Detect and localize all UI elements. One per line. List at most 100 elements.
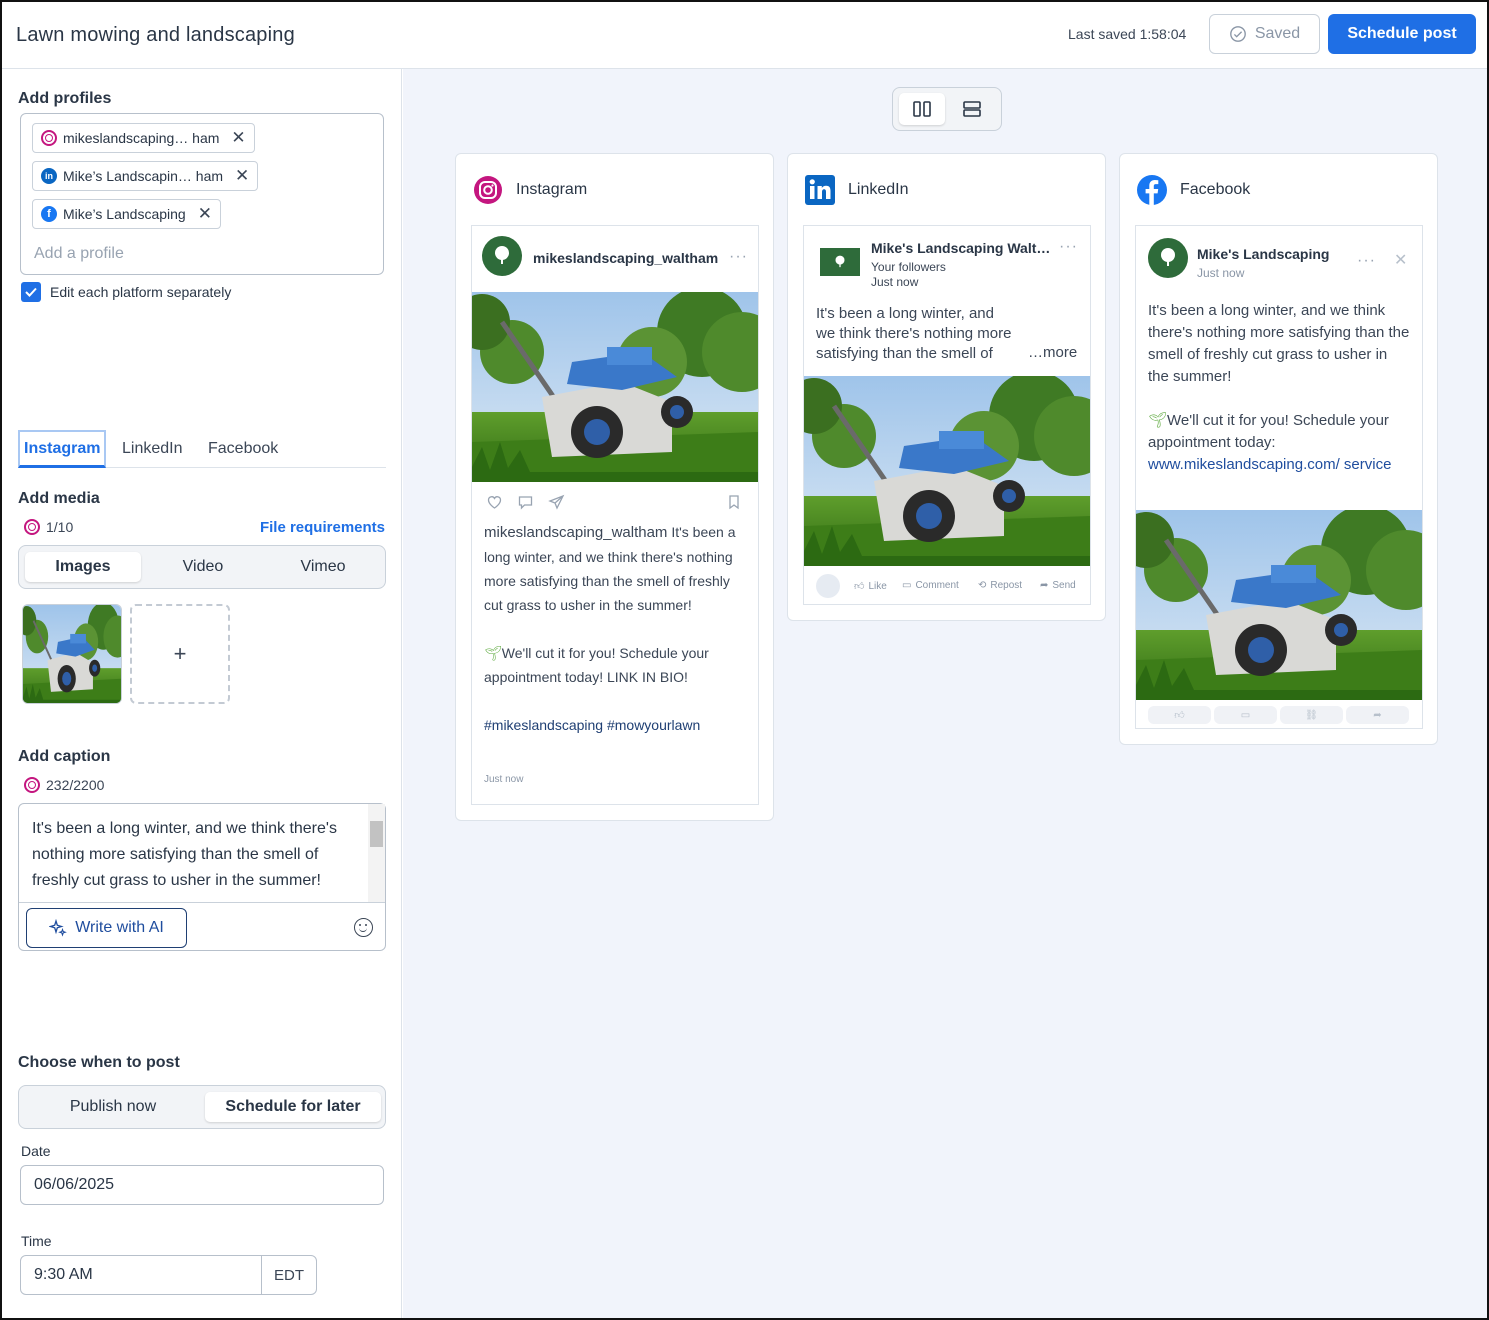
media-thumbnail[interactable]: [22, 604, 122, 704]
remove-profile-icon[interactable]: ✕: [198, 204, 212, 224]
profile-chip-label: Mike’s Landscaping: [63, 206, 186, 222]
remove-profile-icon[interactable]: ✕: [235, 166, 249, 186]
comment-icon: ▭: [1240, 709, 1251, 721]
fb-share-bar[interactable]: ➦: [1346, 706, 1409, 724]
facebook-preview-card: Facebook Mike's Landscaping Just now ···…: [1119, 153, 1438, 745]
preview-area: Instagram mikeslandscaping_waltham ··· m…: [403, 69, 1487, 1318]
facebook-platform-label: Facebook: [1180, 181, 1251, 198]
add-profile-input[interactable]: Add a profile: [34, 245, 124, 263]
instagram-icon: [24, 777, 40, 793]
send-action[interactable]: ➦ Send: [1040, 580, 1076, 591]
edit-separately-checkbox[interactable]: [21, 282, 41, 302]
rows-view-button[interactable]: [949, 93, 995, 125]
saved-label: Saved: [1254, 25, 1301, 42]
like-label: Like: [868, 580, 887, 592]
instagram-card-header: Instagram: [472, 174, 587, 206]
facebook-cta-line: 🌱︎We'll cut it for you! Schedule your ap…: [1148, 410, 1410, 454]
thumbs-up-icon: 👍︎: [1174, 710, 1185, 721]
repost-action[interactable]: ⟲ Repost: [978, 580, 1022, 591]
caption-textarea[interactable]: It's been a long winter, and we think th…: [32, 816, 362, 894]
profiles-box[interactable]: mikeslandscaping… ham ✕ in Mike’s Landsc…: [20, 113, 384, 275]
write-with-ai-label: Write with AI: [75, 919, 164, 936]
remove-profile-icon[interactable]: ✕: [231, 128, 245, 148]
close-icon[interactable]: ✕: [1394, 250, 1407, 270]
linkedin-platform-label: LinkedIn: [848, 181, 909, 198]
caption-cta: We'll cut it for you! Schedule your appo…: [484, 645, 709, 685]
time-value: 9:30 AM: [34, 1266, 93, 1283]
date-field[interactable]: 06/06/2025: [20, 1165, 384, 1205]
tab-instagram[interactable]: Instagram: [18, 430, 107, 468]
scrollbar-thumb[interactable]: [370, 821, 383, 847]
linkedin-text: It's been a long winter, and we think th…: [816, 305, 1012, 362]
add-media-button[interactable]: +: [130, 604, 230, 704]
post-image: [804, 376, 1090, 566]
heart-icon[interactable]: [486, 494, 503, 510]
send-icon[interactable]: [548, 494, 565, 510]
media-count: 1/10: [24, 519, 73, 535]
facebook-body: It's been a long winter, and we think th…: [1148, 302, 1410, 385]
more-options-icon[interactable]: ···: [1357, 252, 1376, 270]
edit-separately-label: Edit each platform separately: [50, 284, 232, 300]
caption-count-text: 232/2200: [46, 777, 105, 793]
link-icon: ⛓︎: [1305, 709, 1318, 721]
linkedin-time: Just now: [871, 275, 919, 289]
facebook-icon: f: [41, 206, 57, 222]
instagram-icon: [41, 130, 57, 146]
tab-linkedin[interactable]: LinkedIn: [122, 430, 183, 468]
media-type-vimeo[interactable]: Vimeo: [265, 552, 381, 582]
media-type-video[interactable]: Video: [145, 552, 261, 582]
comment-icon[interactable]: [517, 494, 534, 510]
bookmark-icon[interactable]: [727, 494, 741, 510]
facebook-icon: [1137, 175, 1167, 205]
comment-action[interactable]: ▭ Comment: [902, 580, 959, 591]
time-field[interactable]: 9:30 AM EDT: [20, 1255, 317, 1295]
fb-link-bar[interactable]: ⛓︎: [1280, 706, 1343, 724]
instagram-icon: [24, 519, 40, 535]
tab-facebook[interactable]: Facebook: [208, 430, 278, 468]
saved-button[interactable]: Saved: [1209, 14, 1320, 54]
facebook-link[interactable]: www.mikeslandscaping.com/ service: [1148, 454, 1410, 476]
user-avatar: [816, 574, 840, 598]
rows-icon: [963, 101, 981, 117]
company-logo: [820, 248, 860, 276]
write-with-ai-button[interactable]: Write with AI: [26, 908, 187, 948]
emoji-icon[interactable]: [354, 918, 373, 937]
facebook-cta: We'll cut it for you! Schedule your appo…: [1148, 412, 1389, 451]
view-toggle: [892, 87, 1002, 131]
tree-logo-icon: [835, 255, 845, 268]
media-type-images[interactable]: Images: [25, 552, 141, 582]
post-title[interactable]: Lawn mowing and landscaping: [16, 24, 295, 47]
facebook-page-name: Mike's Landscaping: [1197, 246, 1330, 262]
more-options-icon[interactable]: ···: [1059, 238, 1078, 256]
mower-image: [23, 605, 121, 703]
instagram-actions: [486, 494, 565, 510]
add-media-heading: Add media: [18, 490, 100, 507]
top-bar: Lawn mowing and landscaping Last saved 1…: [2, 2, 1487, 69]
repost-icon: ⟲: [978, 580, 987, 591]
more-options-icon[interactable]: ···: [729, 248, 748, 266]
caption-scrollbar[interactable]: [368, 804, 385, 902]
schedule-later-option[interactable]: Schedule for later: [205, 1092, 381, 1122]
seedling-icon: 🌱︎: [1148, 412, 1168, 429]
instagram-caption: mikeslandscaping_waltham It's been a lon…: [484, 520, 746, 737]
caption-username: mikeslandscaping_waltham: [484, 524, 668, 541]
columns-icon: [913, 101, 931, 117]
fb-comment-bar[interactable]: ▭: [1214, 706, 1277, 724]
choose-when-heading: Choose when to post: [18, 1054, 180, 1071]
file-requirements-link[interactable]: File requirements: [260, 519, 385, 536]
fb-like-bar[interactable]: 👍︎: [1148, 706, 1211, 724]
facebook-time: Just now: [1197, 266, 1245, 280]
see-more-link[interactable]: …more: [1028, 344, 1077, 361]
linkedin-icon: [805, 175, 835, 205]
schedule-post-button[interactable]: Schedule post: [1328, 14, 1476, 54]
instagram-username: mikeslandscaping_waltham: [533, 250, 719, 266]
publish-now-option[interactable]: Publish now: [25, 1092, 201, 1122]
linkedin-card-header: LinkedIn: [804, 174, 909, 206]
columns-view-button[interactable]: [899, 93, 945, 125]
facebook-card-header: Facebook: [1136, 174, 1250, 206]
facebook-post: Mike's Landscaping Just now ··· ✕ It's b…: [1135, 225, 1423, 729]
like-action[interactable]: 👍︎ Like: [854, 580, 887, 593]
caption-editor: It's been a long winter, and we think th…: [18, 803, 386, 951]
profile-chip-instagram: mikeslandscaping… ham ✕: [32, 123, 255, 153]
post-timing-selector: Publish now Schedule for later: [18, 1085, 386, 1129]
